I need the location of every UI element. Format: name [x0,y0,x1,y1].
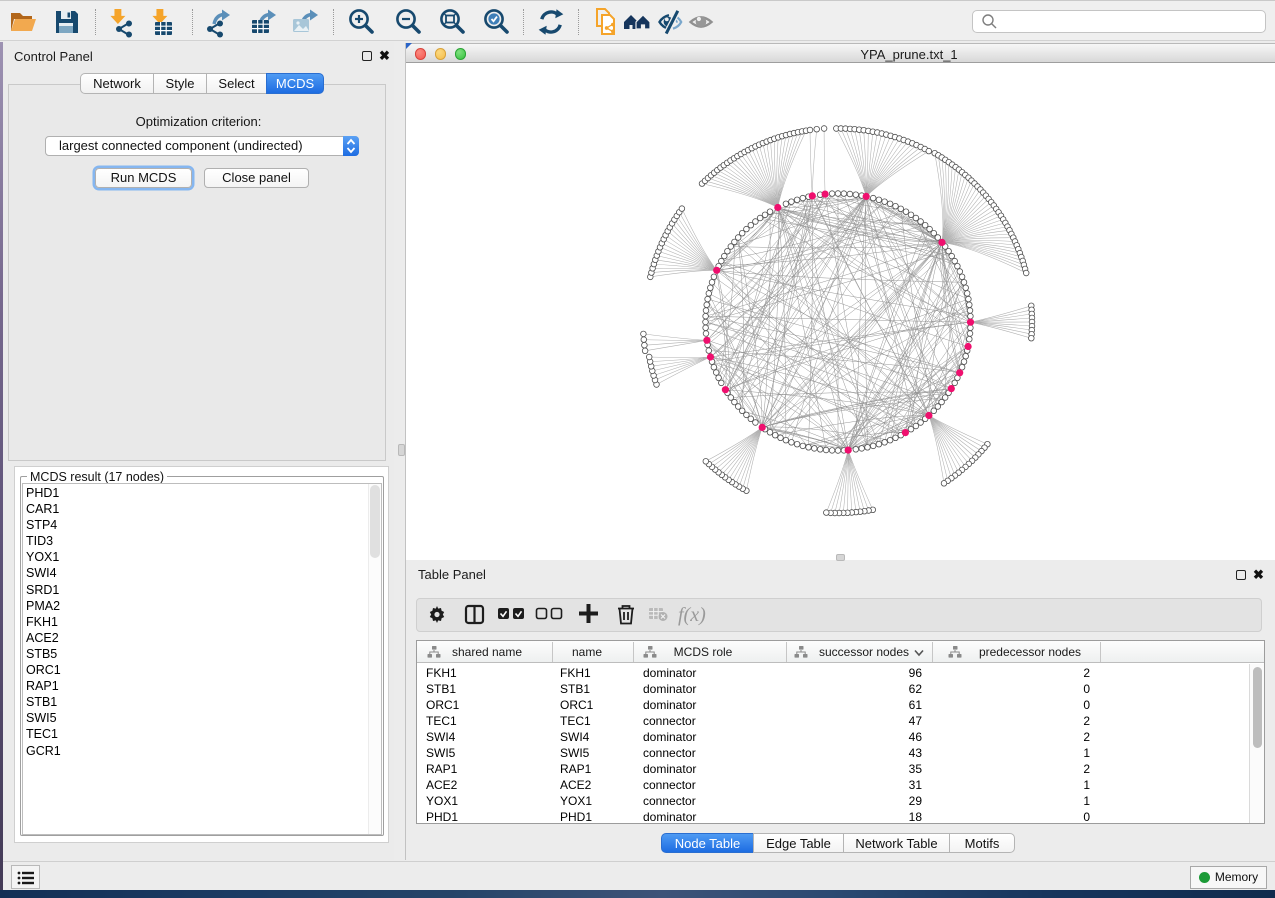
svg-text:f(x): f(x) [678,604,706,626]
